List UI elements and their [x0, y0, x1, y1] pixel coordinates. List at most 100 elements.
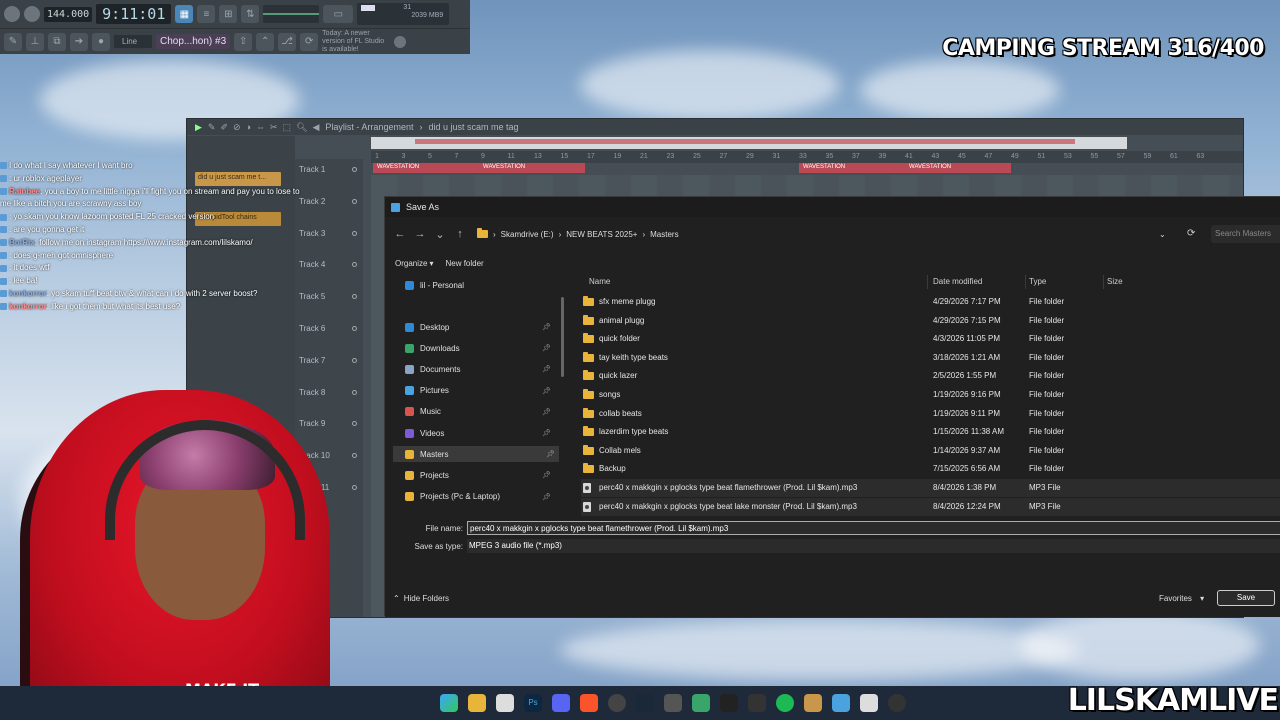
favorites-button[interactable]: Favorites ▾: [1159, 594, 1204, 603]
track-mute-icon[interactable]: [352, 326, 357, 331]
slip-tool-icon[interactable]: ⇔: [256, 122, 265, 133]
track-label[interactable]: Track 1: [299, 165, 325, 174]
channel-rack-icon[interactable]: ⊞: [219, 5, 238, 23]
track-mute-icon[interactable]: [352, 198, 357, 204]
pin-icon[interactable]: 📌︎: [542, 408, 551, 416]
alt-icon[interactable]: ⎇: [278, 32, 297, 51]
track-label[interactable]: Track 5: [299, 292, 325, 301]
app-icon[interactable]: [720, 694, 738, 712]
tempo-display[interactable]: 144.000: [44, 6, 93, 22]
column-name[interactable]: Name: [589, 277, 610, 286]
up-arrow-icon[interactable]: ↑: [453, 228, 467, 240]
notepad-icon[interactable]: [496, 694, 514, 712]
nav-item[interactable]: Downloads 📌︎: [405, 340, 555, 356]
search-input[interactable]: Search Masters: [1211, 225, 1280, 243]
pin-icon[interactable]: 📌︎: [542, 365, 551, 373]
track-mute-icon[interactable]: [352, 167, 357, 172]
column-divider[interactable]: [1103, 275, 1104, 289]
column-divider[interactable]: [1025, 275, 1026, 289]
app-icon[interactable]: [664, 694, 682, 712]
edge-icon[interactable]: [440, 694, 458, 712]
arrow-icon[interactable]: ➔: [70, 32, 88, 51]
delete-tool-icon[interactable]: ⊘: [233, 122, 241, 133]
app-icon[interactable]: [692, 694, 710, 712]
file-row[interactable]: Backup 7/15/2025 6:56 AM File folder: [581, 460, 1280, 478]
mixer-icon[interactable]: ⇅: [241, 5, 260, 23]
playback-tool-icon[interactable]: ◀: [313, 122, 320, 133]
playlist-overview-scrollbar[interactable]: [371, 137, 1127, 149]
paint-tool-icon[interactable]: ✐: [220, 122, 228, 133]
track-mute-icon[interactable]: [352, 294, 357, 300]
track-label[interactable]: Track 3: [299, 229, 325, 238]
breadcrumb-item[interactable]: NEW BEATS 2025+: [566, 230, 637, 239]
track-label[interactable]: Track 2: [299, 197, 325, 206]
save-type-select[interactable]: MPEG 3 audio file (*.mp3): [467, 539, 1280, 553]
audio-clip[interactable]: WAVESTATION: [373, 163, 479, 173]
file-row[interactable]: quick folder 4/3/2026 11:05 PM File folder: [581, 330, 1280, 348]
column-divider[interactable]: [927, 275, 928, 289]
play-icon[interactable]: ▶: [195, 122, 202, 133]
breadcrumb-item[interactable]: Skamdrive (E:): [501, 230, 554, 239]
file-row[interactable]: sfx meme plugg 4/29/2026 7:17 PM File fold…: [581, 293, 1280, 311]
browser-icon[interactable]: ▭: [323, 5, 354, 23]
breadcrumb-item[interactable]: Masters: [650, 230, 678, 239]
steam-icon[interactable]: [636, 694, 654, 712]
track-mute-icon[interactable]: [352, 262, 357, 268]
forward-arrow-icon[interactable]: →: [413, 228, 427, 240]
timeline-ruler[interactable]: 1 3 5 7 9 11 13 15 17 19 21 23 25 27 29 31 33 35 37 39 41 43 4…: [371, 151, 1243, 163]
refresh-icon[interactable]: ⟳: [1187, 228, 1195, 239]
pencil-icon[interactable]: ✎: [4, 32, 22, 51]
nav-item[interactable]: Documents 📌︎: [405, 361, 555, 377]
file-row[interactable]: songs 1/19/2026 9:16 PM File folder: [581, 386, 1280, 404]
new-folder-button[interactable]: New folder: [445, 259, 483, 268]
file-row[interactable]: tay keith type beats 3/18/2026 1:21 AM Fil…: [581, 349, 1280, 367]
shift-icon[interactable]: ⇧: [234, 32, 253, 51]
organize-chevron-icon[interactable]: ▾: [429, 259, 433, 268]
app-icon[interactable]: [832, 694, 850, 712]
pin-icon[interactable]: 📌︎: [542, 493, 551, 501]
control-icon[interactable]: ⌃: [256, 32, 275, 51]
mute-tool-icon[interactable]: ◑: [246, 122, 251, 133]
address-dropdown-icon[interactable]: ⌄: [1159, 230, 1166, 239]
stop-icon[interactable]: [24, 6, 40, 22]
track-label[interactable]: Track 7: [299, 356, 325, 365]
discord-icon[interactable]: [552, 694, 570, 712]
pin-icon[interactable]: 📌︎: [542, 323, 551, 331]
file-row[interactable]: perc40 x makkgin x pglocks type beat lak…: [581, 497, 1280, 516]
plugin-icon[interactable]: ⧉: [48, 32, 66, 51]
column-date[interactable]: Date modified: [933, 277, 982, 286]
audio-clip[interactable]: WAVESTATION: [479, 163, 585, 173]
snap-selector[interactable]: Line: [114, 35, 152, 48]
nav-scrollbar[interactable]: [561, 297, 564, 377]
audio-clip[interactable]: WAVESTATION: [799, 163, 905, 173]
pin-icon[interactable]: 📌︎: [542, 471, 551, 479]
pin-icon[interactable]: 📌︎: [542, 429, 551, 437]
file-row[interactable]: Collab mels 1/14/2026 9:37 AM File folder: [581, 442, 1280, 460]
spotify-icon[interactable]: [776, 694, 794, 712]
file-name-input[interactable]: perc40 x makkgin x pglocks type beat fla…: [467, 521, 1280, 535]
track-label[interactable]: Track 6: [299, 324, 325, 333]
pattern-selector[interactable]: Chop...hon) #3: [156, 34, 231, 49]
track-label[interactable]: Track 4: [299, 260, 325, 269]
file-row[interactable]: animal plugg 4/29/2026 7:15 PM File folder: [581, 312, 1280, 330]
pin-icon[interactable]: 📌︎: [542, 344, 551, 352]
mic-icon[interactable]: ●: [92, 32, 110, 51]
draw-tool-icon[interactable]: ✎: [208, 122, 216, 133]
pin-icon[interactable]: 📌︎: [546, 450, 555, 458]
zoom-tool-icon[interactable]: 🔍︎: [296, 122, 307, 133]
column-size[interactable]: Size: [1107, 277, 1123, 286]
app-icon[interactable]: [860, 694, 878, 712]
file-row[interactable]: quick lazer 2/5/2026 1:55 PM File folder: [581, 367, 1280, 385]
file-row[interactable]: perc40 x makkgin x pglocks type beat fla…: [581, 479, 1280, 497]
piano-roll-icon[interactable]: ≡: [197, 5, 216, 23]
file-explorer-icon[interactable]: [468, 694, 486, 712]
track-mute-icon[interactable]: [352, 357, 357, 363]
update-icon[interactable]: ⟳: [300, 32, 319, 51]
file-row[interactable]: collab beats 1/19/2026 9:11 PM File folder: [581, 405, 1280, 423]
obs-icon[interactable]: [608, 694, 626, 712]
pin-icon[interactable]: 📌︎: [542, 387, 551, 395]
photoshop-icon[interactable]: Ps: [524, 694, 542, 712]
media-icon[interactable]: [888, 694, 906, 712]
image-line-logo-icon[interactable]: [394, 35, 407, 48]
save-button[interactable]: Save: [1217, 590, 1275, 606]
